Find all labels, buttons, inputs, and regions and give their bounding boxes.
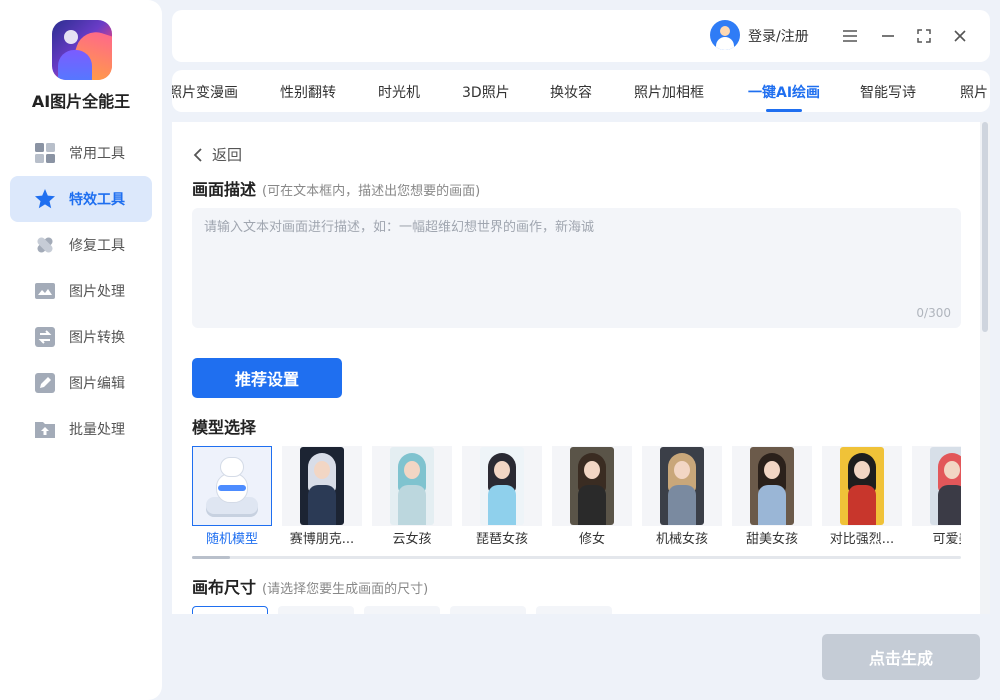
sidebar: AI图片全能王 常用工具 特效工具 修复工具 图片处理 图片转换 图片编辑 批量… xyxy=(0,0,162,700)
maximize-icon[interactable] xyxy=(912,24,936,48)
model-thumbnail xyxy=(372,446,452,526)
upload-icon xyxy=(34,418,56,440)
tab-photo-frame[interactable]: 照片加相框 xyxy=(634,82,704,102)
model-label: 随机模型 xyxy=(205,532,258,546)
sidebar-item-label: 图片处理 xyxy=(69,284,125,300)
canvas-size-option[interactable] xyxy=(536,606,612,614)
model-label: 赛博朋克... xyxy=(289,532,355,546)
canvas-size-option[interactable] xyxy=(278,606,354,614)
tab-smart-poetry[interactable]: 智能写诗 xyxy=(860,82,916,102)
generate-button[interactable]: 点击生成 xyxy=(822,634,980,680)
model-thumbnail xyxy=(912,446,961,526)
tab-makeup[interactable]: 换妆容 xyxy=(550,82,592,102)
canvas-size-title: 画布尺寸 (请选择您要生成画面的尺寸) xyxy=(192,578,429,597)
canvas-size-option[interactable] xyxy=(450,606,526,614)
robot-image xyxy=(204,453,260,519)
main-content: 返回 画面描述(可在文本框内，描述出您想要的画面) 0/300 推荐设置 模型选… xyxy=(172,122,980,614)
model-label: 云女孩 xyxy=(392,532,432,546)
tab-gender-swap[interactable]: 性别翻转 xyxy=(280,82,336,102)
sidebar-item-label: 图片转换 xyxy=(69,330,125,346)
description-title: 画面描述 (可在文本框内，描述出您想要的画面) xyxy=(192,180,481,199)
sidebar-item-label: 图片编辑 xyxy=(69,376,125,392)
recommend-settings-button[interactable]: 推荐设置 xyxy=(192,358,342,398)
canvas-size-hint: (请选择您要生成画面的尺寸) xyxy=(262,582,429,597)
model-label: 可爱美 xyxy=(932,532,961,546)
edit-icon xyxy=(34,372,56,394)
sidebar-item-image-convert[interactable]: 图片转换 xyxy=(10,314,152,360)
content-scrollbar[interactable] xyxy=(980,122,990,614)
tab-ai-painting[interactable]: 一键AI绘画 xyxy=(748,82,820,102)
model-card-random[interactable]: 随机模型 xyxy=(192,446,272,546)
login-register-link[interactable]: 登录/注册 xyxy=(748,26,809,46)
sidebar-item-effects-tools[interactable]: 特效工具 xyxy=(10,176,152,222)
model-label: 修女 xyxy=(578,532,605,546)
grid-icon xyxy=(34,142,56,164)
back-button[interactable]: 返回 xyxy=(192,144,242,165)
sidebar-item-label: 批量处理 xyxy=(69,422,125,438)
sidebar-item-repair-tools[interactable]: 修复工具 xyxy=(10,222,152,268)
model-thumbnail xyxy=(732,446,812,526)
model-thumbnail xyxy=(642,446,722,526)
char-counter: 0/300 xyxy=(916,306,951,320)
tab-photo-more[interactable]: 照片 xyxy=(960,82,988,102)
model-card-sweet-girl[interactable]: 甜美女孩 xyxy=(732,446,812,546)
model-list: 随机模型 赛博朋克... 云女孩 琵琶女孩 修女 机械女孩 甜美女孩 对比强烈.… xyxy=(192,446,961,546)
model-label: 琵琶女孩 xyxy=(475,532,528,546)
model-thumbnail xyxy=(552,446,632,526)
model-thumbnail xyxy=(192,446,272,526)
model-thumbnail xyxy=(282,446,362,526)
model-card-cloud-girl[interactable]: 云女孩 xyxy=(372,446,452,546)
model-card-pipa-girl[interactable]: 琵琶女孩 xyxy=(462,446,542,546)
tab-time-machine[interactable]: 时光机 xyxy=(378,82,420,102)
sidebar-item-label: 常用工具 xyxy=(69,146,125,162)
back-label: 返回 xyxy=(212,146,243,164)
model-card-mech-girl[interactable]: 机械女孩 xyxy=(642,446,722,546)
canvas-size-option[interactable] xyxy=(364,606,440,614)
app-logo xyxy=(52,20,112,80)
image-icon xyxy=(34,280,56,302)
model-card-cute[interactable]: 可爱美 xyxy=(912,446,961,546)
model-label: 对比强烈... xyxy=(829,532,895,546)
canvas-size-options xyxy=(192,606,961,614)
description-box: 0/300 xyxy=(192,208,961,328)
canvas-size-option[interactable] xyxy=(192,606,268,614)
model-card-nun[interactable]: 修女 xyxy=(552,446,632,546)
active-tab-indicator xyxy=(766,109,802,112)
sidebar-item-image-processing[interactable]: 图片处理 xyxy=(10,268,152,314)
sidebar-item-common-tools[interactable]: 常用工具 xyxy=(10,130,152,176)
tab-photo-to-comic[interactable]: 照片变漫画 xyxy=(172,82,238,102)
model-card-cyberpunk[interactable]: 赛博朋克... xyxy=(282,446,362,546)
sidebar-nav: 常用工具 特效工具 修复工具 图片处理 图片转换 图片编辑 批量处理 xyxy=(10,130,152,452)
sidebar-item-label: 特效工具 xyxy=(69,192,125,208)
tab-3d-photo[interactable]: 3D照片 xyxy=(462,82,510,102)
description-input[interactable] xyxy=(192,208,961,328)
model-section-title: 模型选择 xyxy=(192,418,257,437)
convert-icon xyxy=(34,326,56,348)
model-label: 机械女孩 xyxy=(655,532,708,546)
title-bar: 登录/注册 xyxy=(172,10,990,62)
star-icon xyxy=(34,188,56,210)
sidebar-item-batch[interactable]: 批量处理 xyxy=(10,406,152,452)
feature-tabs: 照片变漫画 性别翻转 时光机 3D照片 换妆容 照片加相框 一键AI绘画 智能写… xyxy=(172,70,990,112)
minimize-icon[interactable] xyxy=(876,24,900,48)
model-thumbnail xyxy=(462,446,542,526)
chevron-left-icon xyxy=(193,147,202,162)
bandage-icon xyxy=(34,234,56,256)
model-label: 甜美女孩 xyxy=(745,532,798,546)
close-icon[interactable] xyxy=(948,24,972,48)
sidebar-item-label: 修复工具 xyxy=(69,238,125,254)
model-card-high-contrast[interactable]: 对比强烈... xyxy=(822,446,902,546)
avatar[interactable] xyxy=(710,20,740,50)
menu-icon[interactable] xyxy=(838,24,862,48)
sidebar-item-image-edit[interactable]: 图片编辑 xyxy=(10,360,152,406)
model-list-scrollbar[interactable] xyxy=(192,556,961,559)
model-thumbnail xyxy=(822,446,902,526)
app-name: AI图片全能王 xyxy=(31,92,131,111)
description-hint: (可在文本框内，描述出您想要的画面) xyxy=(262,184,481,199)
